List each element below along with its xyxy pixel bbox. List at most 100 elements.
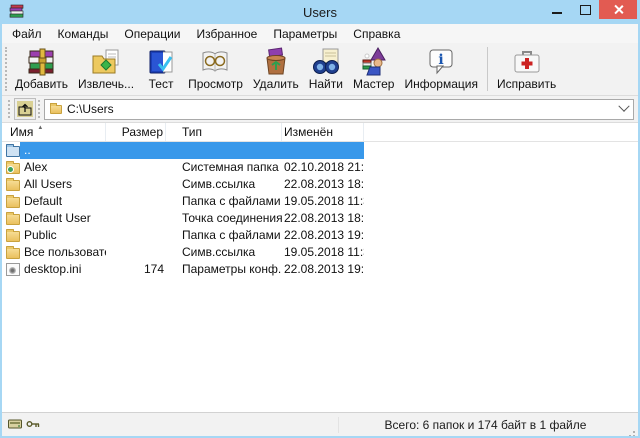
- repair-button[interactable]: Исправить: [492, 44, 561, 91]
- menu-file[interactable]: Файл: [4, 25, 50, 43]
- add-button-label: Добавить: [15, 78, 68, 91]
- find-button[interactable]: Найти: [304, 44, 348, 91]
- test-button[interactable]: Тест: [139, 44, 183, 91]
- toolbar-drag-handle[interactable]: [5, 47, 7, 91]
- dropdown-arrow-icon[interactable]: [618, 101, 629, 112]
- addressbar-drag-handle[interactable]: [8, 100, 10, 118]
- wizard-icon: [357, 46, 391, 78]
- window-controls: [543, 0, 638, 24]
- table-row[interactable]: Все пользовате...Симв.ссылка19.05.2018 1…: [2, 244, 638, 261]
- folder-icon: [6, 214, 20, 225]
- folder-user-icon: [6, 163, 20, 174]
- cell-name: Default User: [20, 210, 106, 227]
- add-button[interactable]: Добавить: [10, 44, 73, 91]
- cell-mod: 19.05.2018 11:37: [282, 193, 364, 210]
- cell-type: Системная папка: [166, 159, 282, 176]
- table-row[interactable]: PublicПапка с файлами22.08.2013 19:36: [2, 227, 638, 244]
- column-header-name-label: Имя: [10, 125, 33, 139]
- cell-mod: 19.05.2018 11:37: [282, 244, 364, 261]
- svg-text:i: i: [439, 52, 444, 68]
- test-button-label: Тест: [149, 78, 174, 91]
- test-icon: [144, 46, 178, 78]
- toolbar: Добавить Извлечь...: [2, 43, 638, 96]
- cell-type: Папка с файлами: [166, 193, 282, 210]
- status-total-text: Всего: 6 папок и 174 байт в 1 файле: [385, 418, 587, 432]
- cell-name: Alex: [20, 159, 106, 176]
- add-archive-icon: [25, 46, 59, 78]
- winrar-window: Users Файл Команды Операции Избранное Па…: [0, 0, 640, 438]
- folder-icon: [6, 180, 20, 191]
- cell-mod: 22.08.2013 19:34: [282, 261, 364, 278]
- cell-mod: 22.08.2013 18:45: [282, 210, 364, 227]
- folder-up-icon: [17, 101, 33, 117]
- column-header-type[interactable]: Тип: [166, 123, 282, 141]
- view-button[interactable]: Просмотр: [183, 44, 248, 91]
- delete-button[interactable]: Удалить: [248, 44, 304, 91]
- file-list-body: ..AlexСистемная папка02.10.2018 21:13All…: [2, 142, 638, 412]
- maximize-button[interactable]: [571, 0, 599, 19]
- table-row[interactable]: ..: [2, 142, 638, 159]
- column-header-modified[interactable]: Изменён: [282, 123, 364, 141]
- info-button[interactable]: i Информация: [399, 44, 482, 91]
- minimize-icon: [552, 12, 562, 14]
- folder-up-icon: [6, 146, 20, 157]
- table-row[interactable]: desktop.ini174Параметры конф...22.08.201…: [2, 261, 638, 278]
- menu-options[interactable]: Параметры: [265, 25, 345, 43]
- delete-button-label: Удалить: [253, 78, 299, 91]
- cell-size: 174: [106, 261, 166, 278]
- find-icon: [309, 46, 343, 78]
- repair-icon: [510, 46, 544, 78]
- cell-name: Все пользовате...: [20, 244, 106, 261]
- column-header-name[interactable]: Имя▲: [6, 123, 106, 141]
- close-button[interactable]: [599, 0, 637, 19]
- menu-help[interactable]: Справка: [345, 25, 408, 43]
- table-row[interactable]: AlexСистемная папка02.10.2018 21:13: [2, 159, 638, 176]
- extract-button[interactable]: Извлечь...: [73, 44, 139, 91]
- folder-icon: [6, 231, 20, 242]
- find-button-label: Найти: [309, 78, 343, 91]
- menu-favorites[interactable]: Избранное: [189, 25, 266, 43]
- statusbar-spacer: [42, 417, 339, 433]
- table-row[interactable]: Default Папка с файлами19.05.2018 11:37: [2, 193, 638, 210]
- disk-icon[interactable]: [8, 418, 22, 432]
- file-list: Имя▲ Размер Тип Изменён ..Alex Системная …: [2, 123, 638, 412]
- cell-type: Параметры конф...: [166, 261, 282, 278]
- wizard-button[interactable]: Мастер: [348, 44, 400, 91]
- cell-type: Папка с файлами: [166, 227, 282, 244]
- statusbar-icons: [8, 418, 42, 432]
- wizard-button-label: Мастер: [353, 78, 395, 91]
- menu-commands[interactable]: Команды: [50, 25, 117, 43]
- minimize-button[interactable]: [543, 0, 571, 19]
- resize-grip[interactable]: [633, 431, 635, 433]
- address-combobox[interactable]: C:\Users: [44, 99, 634, 120]
- column-header-size[interactable]: Размер: [106, 123, 166, 141]
- address-path: C:\Users: [67, 102, 114, 116]
- ini-file-icon: [6, 263, 20, 276]
- address-bar: C:\Users: [2, 96, 638, 123]
- title-bar[interactable]: Users: [2, 0, 638, 24]
- folder-icon: [6, 248, 20, 259]
- menu-operations[interactable]: Операции: [116, 25, 188, 43]
- cell-name: All Users: [20, 176, 106, 193]
- cell-name: Default: [20, 193, 106, 210]
- cell-mod: 22.08.2013 19:36: [282, 227, 364, 244]
- up-directory-button[interactable]: [14, 98, 36, 120]
- info-button-label: Информация: [404, 78, 477, 91]
- statusbar-total: Всего: 6 папок и 174 байт в 1 файле: [339, 418, 632, 432]
- view-icon: [198, 46, 232, 78]
- winrar-logo-icon: [8, 3, 26, 21]
- combobox-drag-handle[interactable]: [38, 100, 40, 118]
- column-header-row: Имя▲ Размер Тип Изменён: [2, 123, 638, 142]
- extract-icon: [89, 46, 123, 78]
- cell-type: Симв.ссылка: [166, 176, 282, 193]
- extract-button-label: Извлечь...: [78, 78, 134, 91]
- cell-mod: 22.08.2013 18:45: [282, 176, 364, 193]
- info-icon: i: [424, 46, 458, 78]
- cell-name: ..: [20, 142, 106, 159]
- table-row[interactable]: Default UserТочка соединения22.08.2013 1…: [2, 210, 638, 227]
- toolbar-separator: [487, 47, 488, 91]
- column-header-blank: [364, 123, 638, 141]
- key-icon[interactable]: [26, 418, 40, 432]
- repair-button-label: Исправить: [497, 78, 556, 91]
- table-row[interactable]: All Users Симв.ссылка22.08.2013 18:45: [2, 176, 638, 193]
